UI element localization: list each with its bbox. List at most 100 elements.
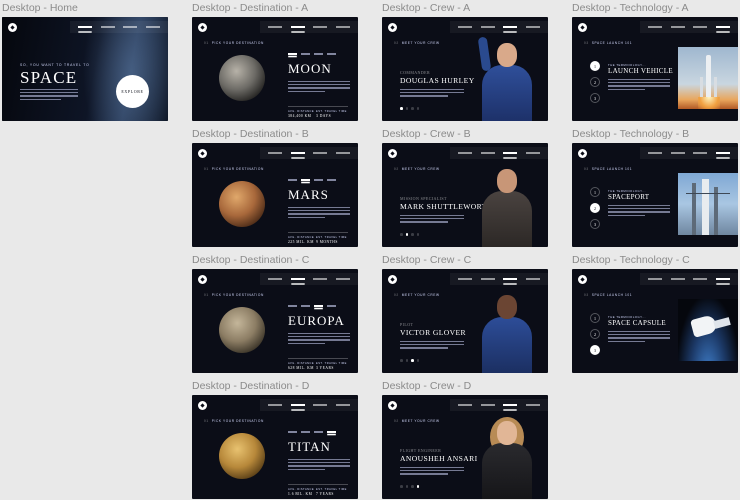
tech-step[interactable]: 2 [590, 77, 600, 87]
crew-dot[interactable] [400, 233, 403, 236]
crew-dot[interactable] [416, 107, 420, 110]
nav-item[interactable] [648, 278, 663, 280]
tab-titan[interactable] [327, 179, 336, 181]
logo-icon[interactable] [198, 401, 207, 410]
crew-dot[interactable] [416, 233, 420, 236]
nav-item[interactable] [145, 26, 160, 28]
explore-button[interactable]: EXPLORE [116, 75, 149, 108]
nav-item[interactable] [100, 26, 115, 28]
nav-item[interactable] [525, 152, 540, 154]
tab-moon[interactable] [288, 305, 297, 307]
nav-item[interactable] [503, 404, 518, 406]
nav-item[interactable] [313, 404, 328, 406]
nav-item[interactable] [458, 278, 473, 280]
tab-titan[interactable] [327, 53, 336, 55]
nav-item[interactable] [290, 404, 305, 406]
tech-step[interactable]: 2 [590, 203, 600, 213]
logo-icon[interactable] [198, 23, 207, 32]
frame-destination-b[interactable]: 01 PICK YOUR DESTINATION MARS AVG. DISTAN… [192, 143, 358, 247]
crew-dot[interactable] [400, 107, 403, 110]
frame-crew-c[interactable]: 02 MEET YOUR CREW PILOT VICTOR GLOVER [382, 269, 548, 373]
crew-dot[interactable] [411, 107, 414, 110]
nav-item[interactable] [670, 152, 685, 154]
nav-item[interactable] [480, 152, 495, 154]
nav-item[interactable] [268, 404, 283, 406]
nav-item[interactable] [268, 152, 283, 154]
nav-item[interactable] [693, 26, 708, 28]
logo-icon[interactable] [198, 275, 207, 284]
nav-item[interactable] [123, 26, 138, 28]
logo-icon[interactable] [578, 23, 587, 32]
tab-titan[interactable] [327, 431, 336, 433]
nav-item[interactable] [525, 404, 540, 406]
nav-item[interactable] [480, 26, 495, 28]
frame-technology-a[interactable]: 03 SPACE LAUNCH 101 123 THE TERMINOLOGY..… [572, 17, 738, 121]
nav-item[interactable] [693, 152, 708, 154]
nav-item[interactable] [670, 278, 685, 280]
tab-mars[interactable] [301, 431, 310, 433]
nav-item[interactable] [715, 26, 730, 28]
nav-item[interactable] [480, 404, 495, 406]
logo-icon[interactable] [8, 23, 17, 32]
nav-item[interactable] [313, 278, 328, 280]
nav-item[interactable] [525, 278, 540, 280]
nav-item[interactable] [503, 152, 518, 154]
nav-item[interactable] [503, 278, 518, 280]
tab-europa[interactable] [314, 179, 323, 181]
crew-dot[interactable] [411, 359, 414, 362]
logo-icon[interactable] [388, 275, 397, 284]
tab-moon[interactable] [288, 431, 297, 433]
nav-item[interactable] [335, 404, 350, 406]
nav-item[interactable] [335, 26, 350, 28]
frame-home[interactable]: SO, YOU WANT TO TRAVEL TO SPACE EXPLORE [2, 17, 168, 121]
nav-item[interactable] [715, 278, 730, 280]
nav-item[interactable] [290, 152, 305, 154]
nav-item[interactable] [458, 404, 473, 406]
tab-mars[interactable] [301, 305, 310, 307]
tab-europa[interactable] [314, 431, 323, 433]
logo-icon[interactable] [388, 23, 397, 32]
logo-icon[interactable] [198, 149, 207, 158]
logo-icon[interactable] [578, 275, 587, 284]
frame-destination-c[interactable]: 01 PICK YOUR DESTINATION EUROPA AVG. DIST… [192, 269, 358, 373]
nav-item[interactable] [290, 26, 305, 28]
tab-moon[interactable] [288, 53, 297, 55]
nav-item[interactable] [670, 26, 685, 28]
nav-item[interactable] [503, 26, 518, 28]
nav-item[interactable] [525, 26, 540, 28]
tab-europa[interactable] [314, 305, 323, 307]
tab-moon[interactable] [288, 179, 297, 181]
nav-item[interactable] [458, 152, 473, 154]
crew-dot[interactable] [400, 485, 403, 488]
nav-item[interactable] [715, 152, 730, 154]
tech-step[interactable]: 1 [590, 61, 600, 71]
frame-technology-b[interactable]: 03 SPACE LAUNCH 101 123 THE TERMINOLOGY..… [572, 143, 738, 247]
nav-item[interactable] [335, 152, 350, 154]
frame-technology-c[interactable]: 03 SPACE LAUNCH 101 123 THE TERMINOLOGY..… [572, 269, 738, 373]
frame-destination-d[interactable]: 01 PICK YOUR DESTINATION TITAN AVG. DISTA… [192, 395, 358, 499]
crew-dot[interactable] [405, 233, 409, 236]
tech-step[interactable]: 1 [590, 313, 600, 323]
logo-icon[interactable] [388, 401, 397, 410]
nav-item[interactable] [268, 278, 283, 280]
nav-item[interactable] [313, 26, 328, 28]
crew-dot[interactable] [405, 107, 409, 110]
tech-step[interactable]: 1 [590, 187, 600, 197]
crew-dot[interactable] [416, 359, 420, 362]
nav-item[interactable] [458, 26, 473, 28]
tab-mars[interactable] [301, 179, 310, 181]
logo-icon[interactable] [578, 149, 587, 158]
tech-step[interactable]: 2 [590, 329, 600, 339]
tab-mars[interactable] [301, 53, 310, 55]
frame-crew-a[interactable]: 02 MEET YOUR CREW COMMANDER DOUGLAS HURLE… [382, 17, 548, 121]
nav-item[interactable] [335, 278, 350, 280]
crew-dot[interactable] [416, 485, 420, 488]
tab-europa[interactable] [314, 53, 323, 55]
nav-item[interactable] [693, 278, 708, 280]
frame-crew-d[interactable]: 02 MEET YOUR CREW FLIGHT ENGINEER ANOUSHE… [382, 395, 548, 499]
tech-step[interactable]: 3 [590, 219, 600, 229]
nav-item[interactable] [480, 278, 495, 280]
crew-dot[interactable] [411, 233, 414, 236]
tech-step[interactable]: 3 [590, 345, 600, 355]
nav-item[interactable] [290, 278, 305, 280]
